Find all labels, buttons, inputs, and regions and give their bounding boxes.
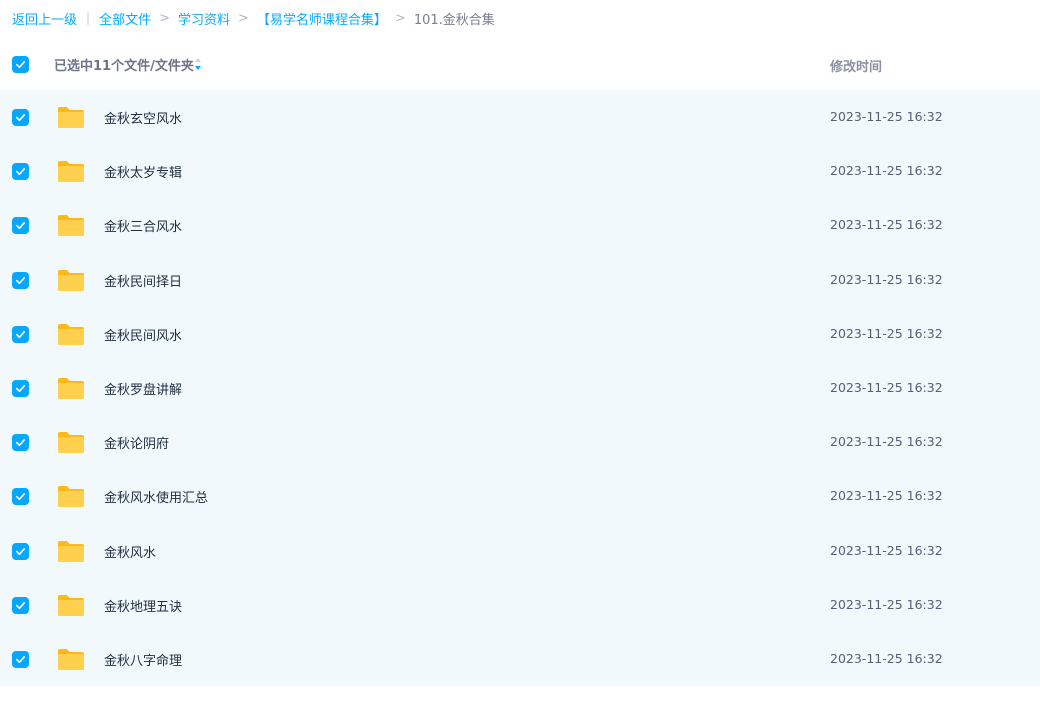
file-name[interactable]: 金秋民间择日 — [104, 271, 182, 290]
file-name[interactable]: 金秋太岁专辑 — [104, 162, 182, 181]
sort-icon[interactable] — [193, 56, 203, 72]
file-row[interactable]: 金秋地理五诀 2023-11-25 16:32 — [0, 577, 1040, 632]
folder-icon — [58, 486, 84, 508]
file-modified-time: 2023-11-25 16:32 — [830, 271, 943, 287]
modified-time-header[interactable]: 修改时间 — [830, 56, 882, 75]
row-checkbox[interactable] — [12, 379, 29, 397]
row-checkbox[interactable] — [12, 596, 29, 614]
breadcrumb-item-all-files[interactable]: 全部文件 — [99, 9, 151, 28]
select-all-checkbox[interactable] — [12, 56, 29, 73]
file-row[interactable]: 金秋民间择日 2023-11-25 16:32 — [0, 252, 1040, 307]
file-name[interactable]: 金秋罗盘讲解 — [104, 379, 182, 398]
file-name[interactable]: 金秋八字命理 — [104, 650, 182, 669]
breadcrumb-divider: | — [86, 11, 91, 25]
file-row[interactable]: 金秋八字命理 2023-11-25 16:32 — [0, 631, 1040, 687]
breadcrumb-current: 101.金秋合集 — [413, 12, 495, 28]
folder-icon — [58, 323, 84, 345]
folder-icon — [58, 107, 84, 128]
row-checkbox[interactable] — [12, 488, 29, 506]
file-modified-time: 2023-11-25 16:32 — [830, 542, 943, 558]
file-row[interactable]: 金秋风水 2023-11-25 16:32 — [0, 523, 1040, 578]
breadcrumb-item-collection[interactable]: 【易学名师课程合集】 — [257, 9, 387, 28]
check-icon — [16, 168, 25, 176]
folder-icon — [58, 594, 84, 616]
file-name[interactable]: 金秋风水 — [104, 542, 156, 561]
file-row[interactable]: 金秋罗盘讲解 2023-11-25 16:32 — [0, 360, 1040, 416]
check-icon — [16, 547, 25, 555]
row-checkbox[interactable] — [12, 650, 29, 668]
check-icon — [16, 655, 25, 663]
file-row[interactable]: 金秋玄空风水 2023-11-25 16:32 — [0, 90, 1040, 145]
file-row[interactable]: 金秋论阴府 2023-11-25 16:32 — [0, 415, 1040, 470]
file-name[interactable]: 金秋地理五诀 — [104, 596, 182, 615]
breadcrumb-separator: > — [238, 10, 249, 26]
file-name[interactable]: 金秋三合风水 — [104, 216, 182, 235]
check-icon — [16, 222, 25, 230]
check-icon — [16, 601, 25, 609]
check-icon — [16, 276, 25, 284]
check-icon — [16, 330, 25, 338]
row-checkbox[interactable] — [12, 271, 29, 289]
file-row[interactable]: 金秋三合风水 2023-11-25 16:32 — [0, 198, 1040, 253]
file-modified-time: 2023-11-25 16:32 — [830, 379, 943, 395]
file-row[interactable]: 金秋民间风水 2023-11-25 16:32 — [0, 306, 1040, 361]
folder-icon — [58, 377, 84, 399]
folder-icon — [58, 540, 84, 562]
breadcrumb-item-study[interactable]: 学习资料 — [178, 9, 230, 28]
check-icon — [16, 114, 25, 122]
folder-icon — [58, 215, 84, 237]
file-modified-time: 2023-11-25 16:32 — [830, 650, 943, 666]
selected-count-label: 已选中11个文件/文件夹 — [54, 59, 194, 74]
list-header: 已选中11个文件/文件夹 修改时间 — [0, 40, 1040, 88]
file-row[interactable]: 金秋风水使用汇总 2023-11-25 16:32 — [0, 469, 1040, 524]
check-icon — [16, 493, 25, 501]
breadcrumb: 返回上一级 | 全部文件 > 学习资料 > 【易学名师课程合集】 > 101.金… — [12, 8, 495, 28]
back-link[interactable]: 返回上一级 — [12, 9, 77, 28]
breadcrumb-separator: > — [159, 10, 170, 26]
file-modified-time: 2023-11-25 16:32 — [830, 434, 943, 450]
check-icon — [16, 439, 25, 447]
check-icon — [16, 385, 25, 393]
row-checkbox[interactable] — [12, 217, 29, 235]
file-name[interactable]: 金秋玄空风水 — [104, 108, 182, 127]
file-list: 金秋玄空风水 2023-11-25 16:32 金秋太岁专辑 2023-11-2… — [0, 90, 1040, 687]
file-modified-time: 2023-11-25 16:32 — [830, 163, 943, 179]
check-icon — [16, 61, 25, 69]
folder-icon — [58, 648, 84, 670]
row-checkbox[interactable] — [12, 542, 29, 560]
file-name[interactable]: 金秋民间风水 — [104, 325, 182, 344]
file-modified-time: 2023-11-25 16:32 — [830, 109, 943, 124]
file-row[interactable]: 金秋太岁专辑 2023-11-25 16:32 — [0, 144, 1040, 199]
row-checkbox[interactable] — [12, 434, 29, 452]
folder-icon — [58, 161, 84, 183]
row-checkbox[interactable] — [12, 325, 29, 343]
file-modified-time: 2023-11-25 16:32 — [830, 596, 943, 612]
row-checkbox[interactable] — [12, 163, 29, 181]
file-name[interactable]: 金秋风水使用汇总 — [104, 487, 208, 506]
file-modified-time: 2023-11-25 16:32 — [830, 217, 943, 233]
folder-icon — [58, 269, 84, 291]
breadcrumb-separator: > — [394, 10, 406, 26]
folder-icon — [58, 432, 84, 454]
file-modified-time: 2023-11-25 16:32 — [830, 488, 943, 504]
file-name[interactable]: 金秋论阴府 — [104, 433, 169, 452]
row-checkbox[interactable] — [12, 109, 29, 126]
file-modified-time: 2023-11-25 16:32 — [830, 325, 943, 341]
